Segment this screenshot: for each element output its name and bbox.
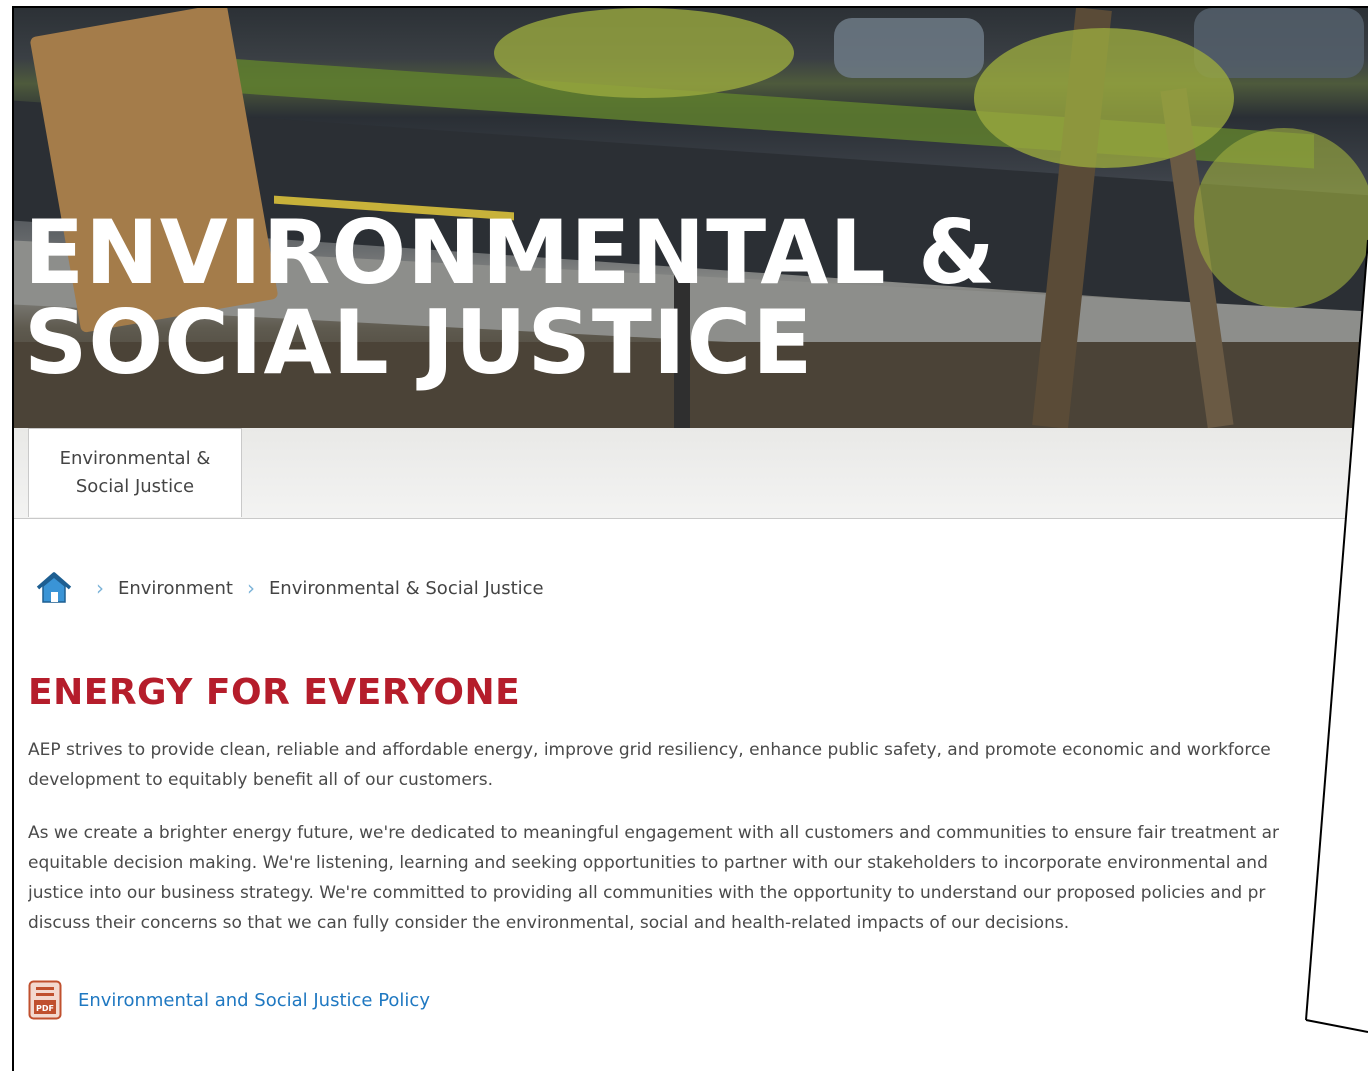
tab-label: Environmental & — [59, 448, 211, 469]
section-heading: ENERGY FOR EVERYONE — [28, 672, 521, 713]
tab-label: Social Justice — [75, 476, 195, 497]
chevron-right-icon: › — [96, 576, 104, 600]
paragraph-line: development to equitably benefit all of … — [28, 770, 494, 790]
tab-environmental-social-justice[interactable]: Environmental & Social Justice — [28, 428, 242, 517]
paragraph-commitment: As we create a brighter energy future, w… — [28, 818, 1368, 938]
home-icon[interactable] — [34, 568, 74, 608]
paragraph-line: AEP strives to provide clean, reliable a… — [28, 740, 1271, 760]
hero-bg-car — [834, 18, 984, 78]
pdf-icon: PDF — [28, 980, 62, 1020]
hero-bg-leaves — [1194, 128, 1368, 308]
paragraph-line: discuss their concerns so that we can fu… — [28, 913, 1070, 933]
hero-title: ENVIRONMENTAL & SOCIAL JUSTICE — [24, 208, 996, 388]
breadcrumb-item-current: Environmental & Social Justice — [268, 577, 544, 599]
chevron-right-icon: › — [246, 576, 255, 600]
paragraph-line: As we create a brighter energy future, w… — [28, 823, 1280, 843]
sub-navigation: Environmental & Social Justice — [14, 428, 1368, 519]
hero-bg-leaves — [494, 8, 794, 98]
hero-title-line: SOCIAL JUSTICE — [24, 291, 814, 394]
pdf-download-link[interactable]: PDF Environmental and Social Justice Pol… — [28, 980, 430, 1020]
pdf-link-text[interactable]: Environmental and Social Justice Policy — [78, 990, 430, 1011]
hero-title-line: ENVIRONMENTAL & — [24, 201, 996, 304]
svg-text:PDF: PDF — [36, 1004, 54, 1013]
paragraph-line: equitable decision making. We're listeni… — [28, 853, 1268, 873]
page-frame: ENVIRONMENTAL & SOCIAL JUSTICE Environme… — [12, 6, 1368, 1071]
hero-bg-leaves — [974, 28, 1234, 168]
paragraph-line: justice into our business strategy. We'r… — [28, 883, 1266, 903]
breadcrumb-item-environment[interactable]: Environment — [118, 578, 233, 599]
paragraph-intro: AEP strives to provide clean, reliable a… — [28, 735, 1368, 795]
hero-banner: ENVIRONMENTAL & SOCIAL JUSTICE — [14, 8, 1368, 428]
breadcrumb: › Environment › Environmental & Social J… — [34, 568, 544, 608]
